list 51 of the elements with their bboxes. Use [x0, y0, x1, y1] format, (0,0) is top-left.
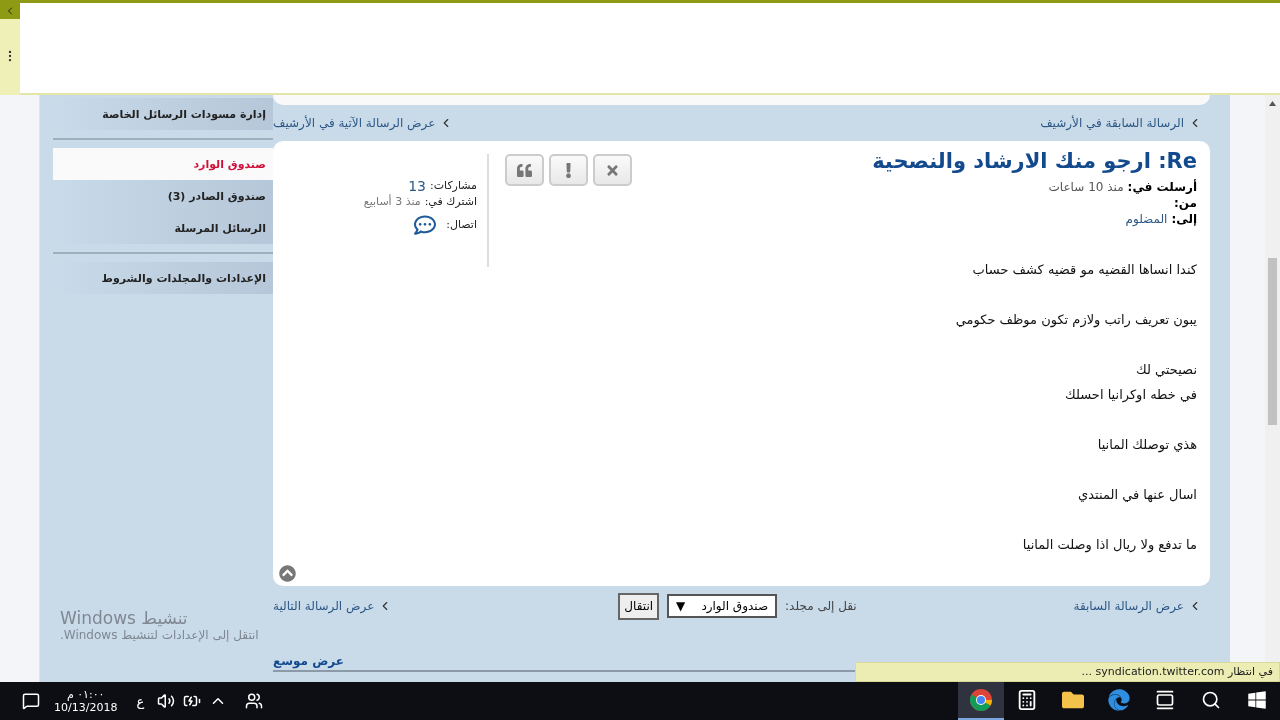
message-line: ما تدفع ولا ريال اذا وصلت المانيا	[1021, 536, 1197, 555]
posts-label: مشاركات:	[429, 178, 477, 194]
scroll-top-icon[interactable]	[279, 565, 296, 582]
next-message-link[interactable]: عرض الرسالة التالية	[273, 599, 393, 613]
previous-message-link[interactable]: عرض الرسالة السابقة	[1073, 599, 1202, 613]
folder-select[interactable]: صندوق الوارد ▼	[667, 594, 778, 618]
posts-count: 13	[408, 178, 426, 194]
quote-button[interactable]	[505, 154, 544, 186]
taskbar-button[interactable]	[958, 682, 1004, 720]
delete-button[interactable]	[593, 154, 632, 186]
meta-label: إلى:	[1171, 212, 1197, 226]
message-title: Re: ارجو منك الارشاد والنصحية	[871, 149, 1197, 173]
message-line: يبون تعريف راتب ولازم تكون موظف حكومي	[954, 311, 1197, 330]
message-line: كندا انساها القضيه مو قضيه كشف حساب	[971, 261, 1197, 280]
scrollbar-thumb[interactable]	[1268, 258, 1277, 425]
chat-icon[interactable]	[414, 214, 437, 236]
people-icon[interactable]	[245, 692, 264, 710]
message-line: نصيحتي لك	[1135, 361, 1197, 379]
search-icon	[1201, 690, 1221, 710]
browser-icon	[969, 688, 993, 712]
wide-view-link[interactable]: عرض موسع	[273, 654, 344, 670]
next-archive-link[interactable]: عرض الرسالة الآتية في الأرشيف	[273, 116, 454, 130]
edge-icon	[1108, 689, 1130, 711]
language-indicator[interactable]: ع	[127, 682, 154, 720]
move-label: نقل إلى مجلد:	[785, 599, 857, 613]
recipient-link[interactable]: المضلوم	[1125, 212, 1168, 226]
calculator-icon	[1016, 689, 1038, 711]
activation-title: تنشيط Windows	[60, 608, 188, 628]
meta-label: أرسلت في:	[1127, 180, 1197, 194]
meta-value: منذ 10 ساعات	[1048, 180, 1124, 194]
task-view-icon	[1155, 690, 1175, 710]
quote-icon	[517, 162, 532, 178]
message-line: في خطه اوكرانيا احسلك	[1064, 386, 1197, 405]
go-button[interactable]: انتقال	[618, 592, 660, 620]
report-button[interactable]	[549, 154, 588, 186]
contact-label: اتصال:	[446, 217, 477, 233]
close-icon	[605, 162, 620, 178]
message-line: هذي توصلك المانيا	[1096, 436, 1197, 455]
volume-icon[interactable]	[157, 692, 176, 710]
activation-text: انتقل إلى الإعدادات لتنشيط Windows.	[60, 628, 259, 642]
message-line: اسال عنها في المنتدي	[1077, 486, 1197, 505]
windows-icon	[1247, 690, 1267, 710]
folder-icon	[1062, 689, 1084, 711]
joined-label: اشترك في:	[424, 194, 477, 210]
joined-value: منذ 3 أسابيع	[363, 194, 421, 210]
status-toast: في انتظار syndication.twitter.com ...	[855, 662, 1280, 682]
previous-archive-link[interactable]: الرسالة السابقة في الأرشيف	[1040, 116, 1202, 130]
sidebar-item[interactable]: صندوق الوارد	[53, 148, 273, 180]
notification-icon[interactable]	[22, 692, 40, 710]
scroll-up-icon[interactable]	[1269, 100, 1276, 106]
meta-label: من:	[1173, 196, 1197, 210]
